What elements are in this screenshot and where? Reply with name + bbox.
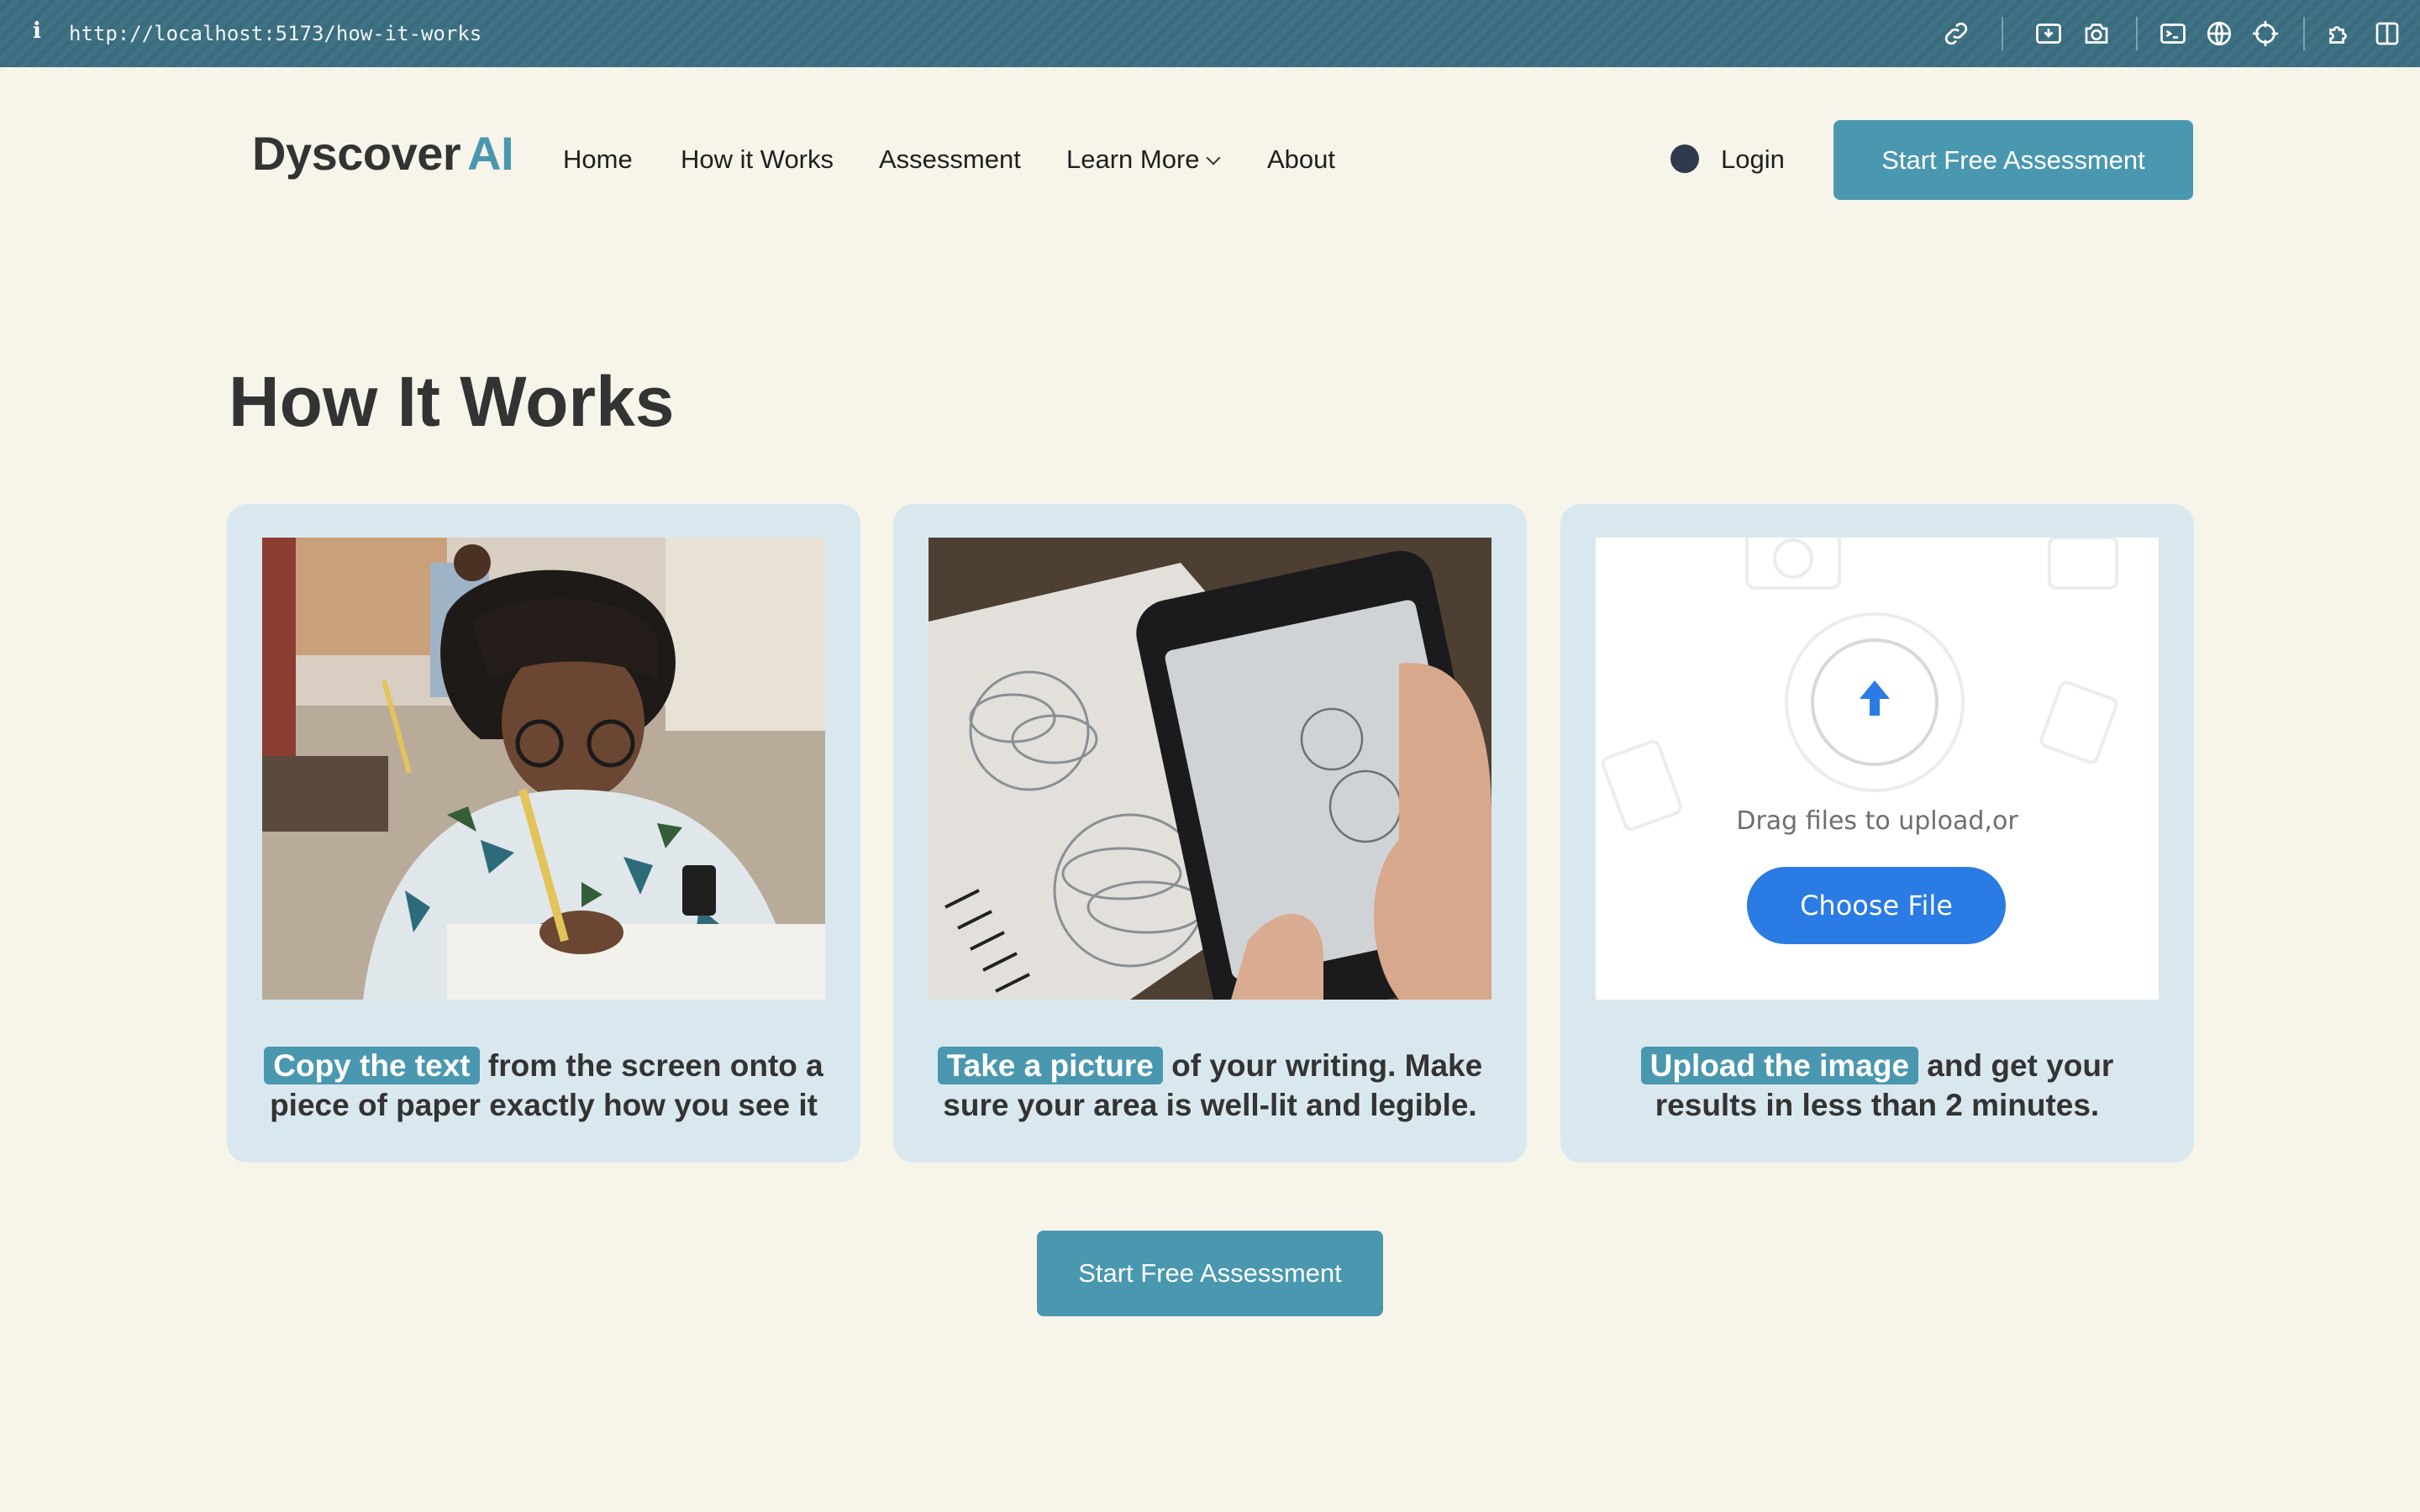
phone-photo-image — [929, 538, 1491, 1000]
extensions-icon[interactable] — [2324, 18, 2354, 49]
choose-file-button[interactable]: Choose File — [1747, 867, 2006, 944]
nav-assessment[interactable]: Assessment — [879, 144, 1021, 175]
child-writing-image — [262, 538, 825, 1000]
logo[interactable]: Dyscover AI — [252, 126, 514, 181]
upload-demo-image: Drag files to upload,or Choose File — [1596, 538, 2159, 1000]
theme-toggle-icon[interactable] — [1670, 144, 1699, 173]
step-description: Upload the image and get your results in… — [1586, 1046, 2169, 1125]
start-assessment-header-button[interactable]: Start Free Assessment — [1833, 120, 2193, 200]
sidebar-icon[interactable] — [2372, 18, 2402, 49]
login-link[interactable]: Login — [1721, 144, 1785, 175]
nav-about[interactable]: About — [1267, 144, 1335, 175]
chevron-down-icon — [1206, 150, 1221, 165]
step-card-copy: Copy the text from the screen onto a pie… — [227, 504, 860, 1163]
step-description: Take a picture of your writing. Make sur… — [918, 1046, 1502, 1125]
logo-text: Dyscover — [252, 127, 461, 180]
link-icon[interactable] — [1941, 18, 1971, 49]
step-card-picture: Take a picture of your writing. Make sur… — [893, 504, 1527, 1163]
nav-learn-more-label: Learn More — [1066, 144, 1200, 174]
toolbar-divider — [2002, 17, 2003, 50]
info-icon[interactable]: i — [29, 18, 45, 44]
step-description: Copy the text from the screen onto a pie… — [252, 1046, 835, 1125]
globe-icon[interactable] — [2204, 18, 2234, 49]
start-assessment-button[interactable]: Start Free Assessment — [1037, 1231, 1383, 1316]
browser-toolbar: i http://localhost:5173/how-it-works — [0, 0, 2420, 67]
toolbar-divider — [2136, 17, 2138, 50]
drag-files-text: Drag files to upload,or — [1736, 806, 2018, 836]
page-title: How It Works — [229, 362, 675, 441]
address-bar[interactable]: http://localhost:5173/how-it-works — [69, 22, 481, 45]
step-highlight: Take a picture — [937, 1047, 1163, 1084]
nav-learn-more[interactable]: Learn More — [1066, 144, 1221, 175]
step-highlight: Upload the image — [1640, 1047, 1919, 1084]
terminal-icon[interactable] — [2158, 18, 2188, 49]
step-highlight: Copy the text — [264, 1047, 480, 1084]
toolbar-divider — [2303, 17, 2305, 50]
logo-accent-text: AI — [467, 127, 514, 180]
download-icon[interactable] — [2033, 18, 2064, 49]
nav-how-it-works[interactable]: How it Works — [681, 144, 834, 175]
crosshair-icon[interactable] — [2250, 18, 2281, 49]
step-card-upload: Drag files to upload,or Choose File Uplo… — [1560, 504, 2194, 1163]
camera-icon[interactable] — [2081, 18, 2112, 49]
nav-home[interactable]: Home — [563, 144, 633, 175]
